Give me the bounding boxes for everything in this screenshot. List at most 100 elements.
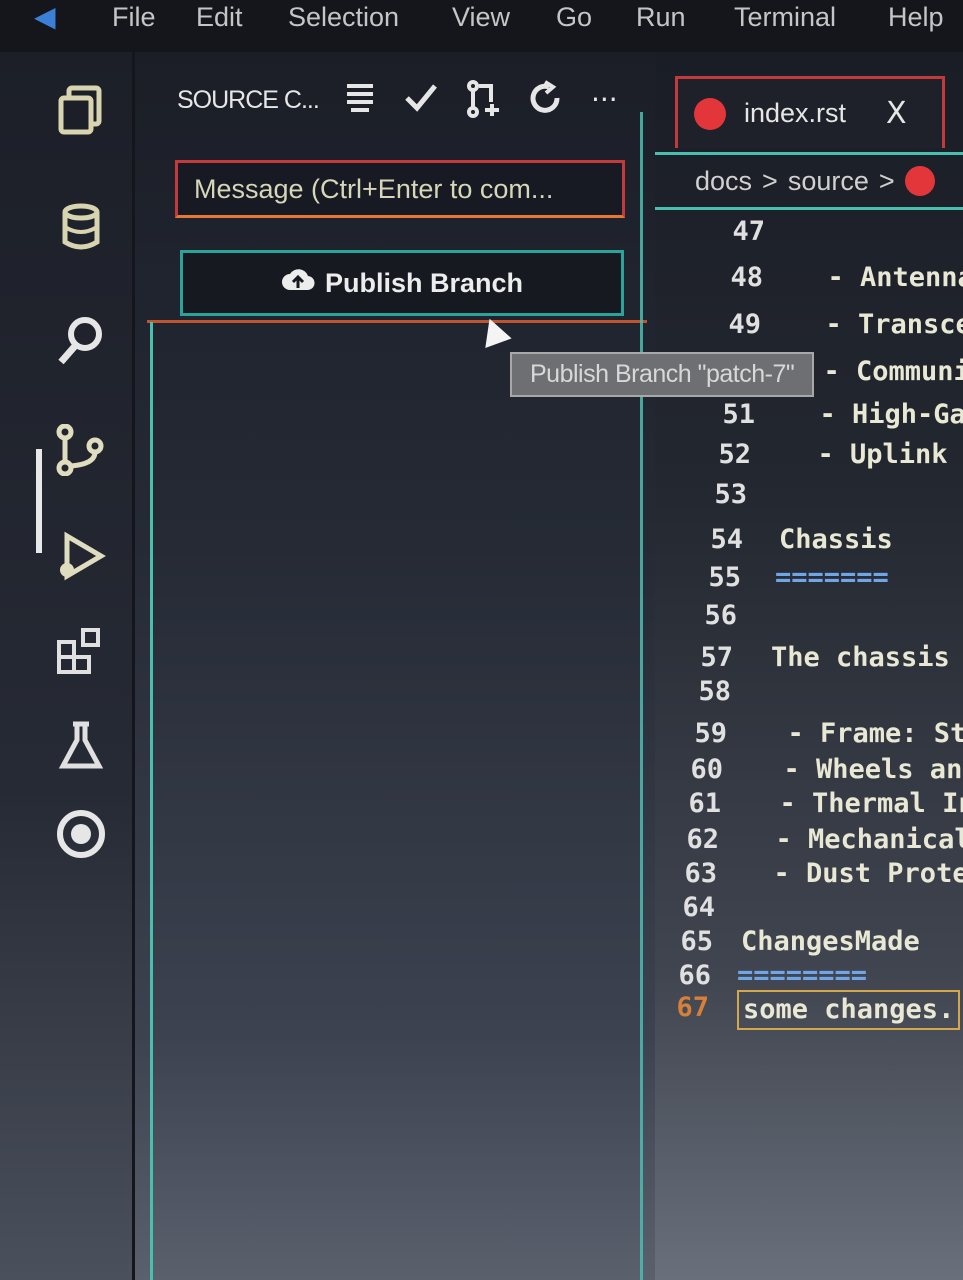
code-line: 57 The chassis [673, 640, 963, 676]
tab-label: index.rst [744, 98, 847, 128]
line-text: ChangesMade [741, 926, 920, 957]
menu-selection[interactable]: Selection [288, 2, 399, 33]
menu-file[interactable]: File [112, 2, 156, 33]
menu-terminal[interactable]: Terminal [734, 2, 836, 33]
menu-run[interactable]: Run [636, 2, 686, 33]
line-text: - Frame: Str [755, 718, 963, 749]
line-text: Chassis [779, 524, 893, 555]
code-line: 66 ======== [651, 958, 963, 994]
code-line: 55 ======= [681, 560, 963, 596]
active-indicator [36, 449, 42, 553]
line-number: 47 [732, 216, 765, 247]
code-line: 59 - Frame: Str [667, 716, 963, 752]
code-line: 65 ChangesMade [653, 924, 963, 960]
publish-branch-tooltip: Publish Branch "patch-7" [510, 352, 815, 397]
line-text: - Communi [791, 356, 963, 387]
source-control-icon[interactable] [55, 423, 107, 477]
more-actions-icon[interactable]: ··· [591, 80, 618, 120]
editor-area: index.rst X docs > source > 47 48 - Anten… [655, 52, 963, 1280]
line-text: ======= [775, 562, 889, 593]
focus-border-left [150, 322, 153, 1280]
breadcrumb: docs > source > [655, 152, 963, 210]
line-number: 53 [714, 479, 747, 510]
refresh-icon[interactable] [527, 80, 563, 125]
panel-divider [147, 320, 647, 323]
line-number: 56 [704, 600, 737, 631]
line-number: 67 [676, 992, 709, 1023]
line-text: - Antenna [795, 262, 963, 293]
focus-border-right [640, 112, 643, 1280]
extensions-icon[interactable] [55, 626, 107, 678]
line-text: - High-Gai [787, 399, 963, 430]
vscode-window: ◀ File Edit Selection View Go Run Termin… [0, 0, 963, 1280]
close-icon[interactable]: X [886, 96, 907, 131]
code-line: 67 some changes. [649, 990, 963, 1030]
code-line: 48 - Antenna [703, 260, 963, 296]
code-line: 62 - Mechanical [659, 822, 963, 858]
menu-view[interactable]: View [452, 2, 510, 33]
line-text: - Wheels and [751, 754, 963, 785]
breadcrumb-separator: > [762, 165, 778, 196]
line-number: 57 [700, 642, 733, 673]
activity-bar [0, 52, 135, 1280]
line-text: The chassis [771, 642, 950, 673]
line-text: - Transce [793, 309, 963, 340]
code-line: 56 [677, 598, 963, 634]
line-number: 52 [718, 439, 751, 470]
line-number: 66 [678, 960, 711, 991]
panel-title: SOURCE C... [177, 86, 320, 114]
breadcrumb-docs[interactable]: docs [695, 166, 752, 197]
code-line: 61 - Thermal Ins [661, 786, 963, 822]
line-text: some changes. [737, 990, 961, 1030]
code-line: 49 - Transce [701, 307, 963, 343]
commit-check-icon[interactable] [403, 80, 439, 123]
line-text: - Uplink a [785, 439, 963, 470]
line-number: 54 [710, 524, 743, 555]
publish-branch-button[interactable]: Publish Branch [180, 250, 624, 316]
line-number: 63 [684, 858, 717, 889]
menu-go[interactable]: Go [556, 2, 592, 33]
code-line: 47 [705, 214, 963, 250]
line-number: 59 [694, 718, 727, 749]
code-line: 60 - Wheels and [663, 752, 963, 788]
error-dot-icon [904, 166, 935, 196]
search-icon[interactable] [55, 314, 107, 366]
menu-bar: ◀ File Edit Selection View Go Run Termin… [0, 0, 963, 52]
line-number: 62 [686, 824, 719, 855]
cloud-upload-icon [281, 266, 315, 301]
breadcrumb-source[interactable]: source [788, 166, 869, 197]
menu-help[interactable]: Help [888, 2, 944, 33]
code-line: 52 - Uplink a [691, 437, 963, 473]
line-text: - Thermal Ins [779, 788, 963, 819]
view-as-list-icon[interactable] [343, 80, 377, 123]
source-control-panel: SOURCE C... ··· Publish Branch [135, 52, 655, 1280]
line-text: ======== [737, 960, 868, 991]
line-number: 64 [682, 892, 715, 923]
tab-index-rst[interactable]: index.rst X [675, 76, 945, 148]
explorer-icon[interactable] [55, 84, 107, 136]
error-dot-icon [694, 97, 726, 130]
database-icon[interactable] [55, 202, 107, 254]
line-number: 48 [730, 262, 763, 293]
code-line: 63 - Dust Protect [657, 856, 963, 892]
line-number: 55 [708, 562, 741, 593]
line-number: 65 [680, 926, 713, 957]
code-line: 64 [655, 890, 963, 926]
code-line: 54 Chassis [683, 522, 963, 558]
line-number: 58 [698, 676, 731, 707]
testing-icon[interactable] [55, 720, 107, 772]
code-line: 51 - High-Gai [695, 397, 963, 433]
pull-request-icon[interactable] [465, 80, 503, 127]
line-number: 51 [722, 399, 755, 430]
run-debug-icon[interactable] [55, 530, 107, 582]
code-line: 58 [671, 674, 963, 710]
breadcrumb-separator: > [878, 165, 895, 196]
menu-edit[interactable]: Edit [196, 2, 243, 33]
line-text: - Mechanical [743, 824, 963, 855]
github-icon[interactable] [55, 808, 107, 860]
commit-message-input[interactable] [175, 160, 625, 218]
line-number: 49 [728, 309, 761, 340]
vscode-logo-icon: ◀ [34, 1, 56, 32]
code-line: 53 [687, 477, 963, 513]
line-number: 60 [690, 754, 723, 785]
